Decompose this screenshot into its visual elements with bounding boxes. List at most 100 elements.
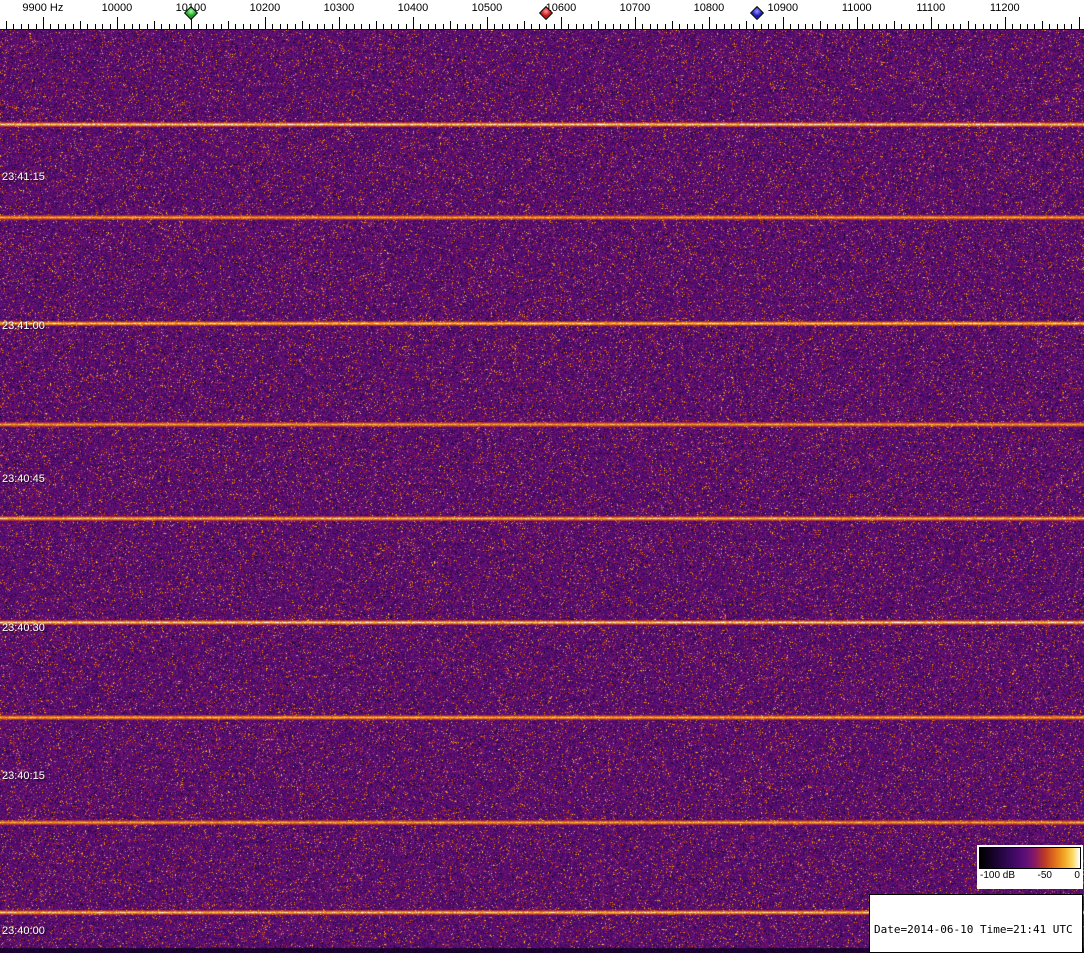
ruler-tick	[324, 24, 326, 29]
frequency-ruler[interactable]: 9900 Hz100001010010200103001040010500106…	[0, 0, 1084, 30]
ruler-tick	[790, 24, 792, 29]
ruler-tick	[309, 24, 311, 29]
time-axis-label: 23:40:00	[2, 925, 45, 937]
ruler-tick	[139, 24, 141, 29]
ruler-tick	[686, 24, 688, 29]
marker-blue-diamond[interactable]	[749, 5, 765, 21]
ruler-tick	[161, 24, 163, 29]
ruler-tick	[509, 24, 511, 29]
ruler-tick	[760, 24, 762, 29]
ruler-tick	[383, 24, 385, 29]
ruler-tick	[1034, 24, 1036, 29]
ruler-tick	[982, 24, 984, 29]
ruler-tick	[264, 17, 266, 29]
ruler-tick	[198, 24, 200, 29]
ruler-tick	[620, 24, 622, 29]
ruler-tick	[50, 24, 52, 29]
ruler-frequency-label: 10500	[471, 2, 503, 14]
ruler-tick	[642, 24, 644, 29]
ruler-tick	[849, 24, 851, 29]
ruler-tick	[213, 24, 215, 29]
ruler-frequency-label: 10200	[249, 2, 281, 14]
time-axis-label: 23:40:15	[2, 770, 45, 782]
legend-max-label: 0	[1074, 870, 1080, 881]
ruler-tick	[575, 24, 577, 29]
ruler-tick	[738, 24, 740, 29]
ruler-tick	[220, 24, 222, 29]
db-scale-legend: -100 dB -50 0	[977, 845, 1083, 889]
ruler-tick	[294, 24, 296, 29]
ruler-tick	[1064, 24, 1065, 29]
ruler-tick	[412, 17, 414, 29]
time-axis-label: 23:41:15	[2, 171, 45, 183]
ruler-tick	[560, 17, 562, 29]
ruler-tick	[553, 24, 555, 29]
ruler-tick	[435, 24, 437, 29]
ruler-tick	[827, 24, 829, 29]
ruler-tick	[649, 24, 651, 29]
ruler-tick	[856, 17, 858, 29]
ruler-tick	[657, 24, 659, 29]
observation-info-box: Date=2014-06-10 Time=21:41 UTC Freq=143 …	[869, 894, 1083, 953]
ruler-tick	[797, 24, 799, 29]
ruler-tick	[893, 21, 895, 29]
ruler-tick	[997, 24, 999, 29]
ruler-tick	[679, 24, 681, 29]
ruler-tick	[109, 24, 111, 29]
ruler-tick	[94, 24, 96, 29]
ruler-frequency-label: 10400	[397, 2, 429, 14]
ruler-tick	[531, 24, 533, 29]
db-gradient-bar	[979, 847, 1081, 869]
ruler-tick	[671, 21, 673, 29]
ruler-tick	[102, 24, 104, 29]
ruler-tick	[871, 24, 873, 29]
ruler-tick	[420, 24, 422, 29]
ruler-tick	[819, 21, 821, 29]
ruler-frequency-label: 10300	[323, 2, 355, 14]
time-axis-label: 23:41:00	[2, 320, 45, 332]
ruler-tick	[1004, 17, 1006, 29]
ruler-tick	[486, 17, 488, 29]
ruler-tick	[1071, 24, 1073, 29]
ruler-tick	[634, 17, 636, 29]
legend-mid-label: -50	[1037, 870, 1052, 881]
ruler-tick	[20, 24, 22, 29]
ruler-tick	[472, 24, 474, 29]
spectrogram-canvas[interactable]	[0, 30, 1084, 953]
ruler-tick	[279, 24, 281, 29]
legend-min-label: -100 dB	[980, 870, 1016, 881]
ruler-tick	[250, 24, 252, 29]
spectrogram-window: 9900 Hz100001010010200103001040010500106…	[0, 0, 1084, 953]
ruler-tick	[353, 24, 355, 29]
ruler-tick	[242, 24, 244, 29]
ruler-tick	[1078, 17, 1080, 29]
ruler-tick	[398, 24, 400, 29]
ruler-tick	[864, 24, 866, 29]
ruler-frequency-label: 10000	[101, 2, 133, 14]
ruler-tick	[990, 24, 991, 29]
ruler-tick	[782, 17, 784, 29]
ruler-tick	[923, 24, 925, 29]
ruler-tick	[375, 21, 377, 29]
ruler-tick	[886, 24, 888, 29]
ruler-frequency-label: 11200	[989, 2, 1020, 14]
ruler-tick	[257, 24, 259, 29]
ruler-tick	[523, 21, 525, 29]
ruler-tick	[627, 24, 629, 29]
ruler-tick	[13, 24, 15, 29]
ruler-tick	[235, 24, 237, 29]
ruler-tick	[568, 24, 570, 29]
ruler-tick	[331, 24, 333, 29]
ruler-tick	[42, 17, 44, 29]
ruler-tick	[901, 24, 903, 29]
ruler-tick	[1056, 24, 1058, 29]
ruler-tick	[745, 21, 747, 29]
ruler-tick	[1041, 21, 1043, 29]
db-scale-labels: -100 dB -50 0	[979, 869, 1081, 881]
ruler-tick	[879, 24, 880, 29]
ruler-frequency-label: 10900	[767, 2, 799, 14]
ruler-tick	[953, 24, 954, 29]
ruler-tick	[361, 24, 363, 29]
ruler-tick	[338, 17, 340, 29]
ruler-frequency-label: 9900 Hz	[22, 2, 64, 14]
